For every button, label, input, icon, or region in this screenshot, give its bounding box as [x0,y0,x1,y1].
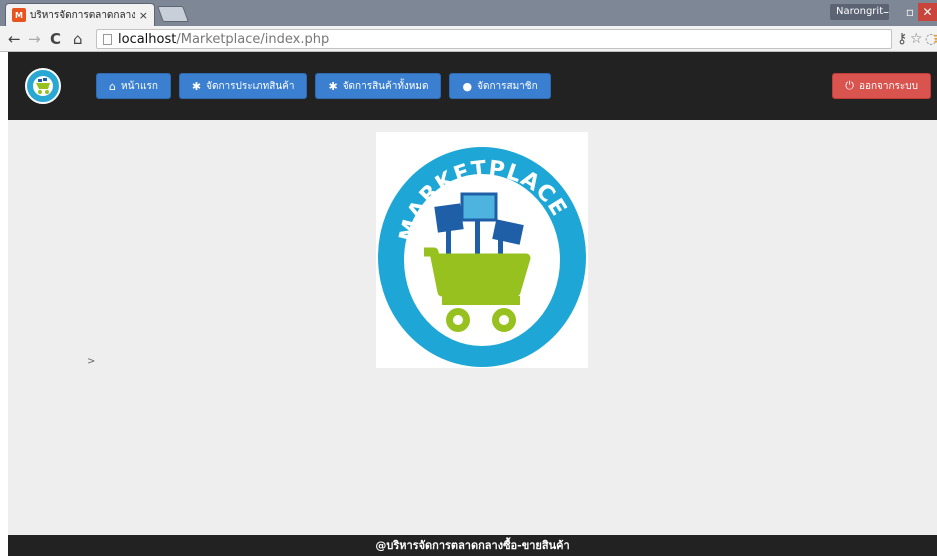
address-bar[interactable]: localhost/Marketplace/index.php [96,29,892,49]
nav-members-button[interactable]: ● จัดการสมาชิก [449,73,551,99]
browser-titlebar: M บริหารจัดการตลาดกลางซื้อ-ข × Narongrit… [0,0,937,26]
nav-products-button[interactable]: ✱ จัดการสินค้าทั้งหมด [315,73,442,99]
logout-label: ออกจากระบบ [858,80,918,92]
stray-text: > [87,356,96,367]
brand-logo[interactable] [25,68,61,104]
back-icon[interactable]: ← [8,30,21,48]
nav-categories-button[interactable]: ✱ จัดการประเภทสินค้า [178,73,308,99]
reload-icon[interactable]: C [50,30,61,48]
browser-toolbar: ← → C ⌂ localhost/Marketplace/index.php … [0,26,937,52]
site-footer: @บริหารจัดการตลาดกลางซื้อ-ขายสินค้า [8,535,937,556]
nav-home-label: หน้าแรก [120,80,158,92]
tab-close-icon[interactable]: × [139,9,148,22]
key-icon[interactable]: ⚷ [897,30,907,48]
marketplace-logo: MARKETPLACE [376,132,588,368]
url-host: localhost [118,31,177,47]
logout-button[interactable]: ⏻ ออกจากระบบ [832,73,931,99]
cart-icon [36,78,50,94]
url-path: /Marketplace/index.php [176,31,330,47]
nav-buttons: ⌂ หน้าแรก ✱ จัดการประเภทสินค้า ✱ จัดการส… [96,73,551,99]
home-page-icon[interactable]: ⌂ [73,30,83,48]
nav-home-button[interactable]: ⌂ หน้าแรก [96,73,171,99]
new-tab-button[interactable] [157,6,189,22]
tab-favicon-icon: M [12,8,26,22]
home-icon: ⌂ [109,79,116,93]
gear-icon: ✱ [191,79,202,93]
page-icon [103,33,112,45]
forward-icon[interactable]: → [28,30,41,48]
bookmark-star-icon[interactable]: ☆ [910,30,923,48]
nav-members-label: จัดการสมาชิก [477,80,538,92]
nav-categories-label: จัดการประเภทสินค้า [206,80,295,92]
close-window-icon[interactable]: ✕ [918,3,937,21]
site-navbar: ⌂ หน้าแรก ✱ จัดการประเภทสินค้า ✱ จัดการส… [8,52,937,120]
user-icon: ● [462,79,473,93]
minimize-icon[interactable]: – [874,3,898,21]
tab-title: บริหารจัดการตลาดกลางซื้อ-ข [30,9,135,21]
main-content: MARKETPLACE > [8,120,937,535]
power-icon: ⏻ [845,79,854,92]
browser-tab[interactable]: M บริหารจัดการตลาดกลางซื้อ-ข × [5,3,155,26]
gear-icon: ✱ [328,79,338,93]
brand-logo-inner [33,76,53,96]
nav-products-label: จัดการสินค้าทั้งหมด [342,80,429,92]
menu-icon[interactable]: ≡ [933,30,937,48]
